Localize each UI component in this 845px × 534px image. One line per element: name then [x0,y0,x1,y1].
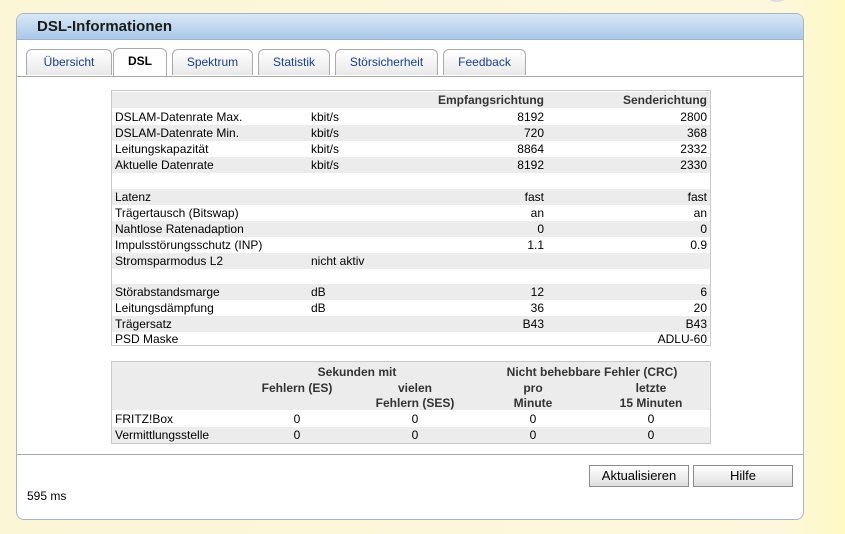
table-row: Latenz fast fast [112,189,710,205]
table-row: Leitungskapazität kbit/s 8864 2332 [115,142,707,156]
table-row: Störabstandsmarge dB 12 6 [112,284,710,300]
tab-spektrum[interactable]: Spektrum [172,49,253,75]
table-row: Leitungsdämpfung dB 36 20 [115,301,707,315]
table-row: FRITZ!Box 0 0 0 0 [115,412,655,426]
panel-title: DSL-Informationen [17,14,803,40]
tab-divider [17,76,803,77]
dsl-parameters-table: Empfangsrichtung Senderichtung DSLAM-Dat… [111,90,711,346]
error-table-header: Sekunden mit Nicht behebbare Fehler (CRC… [112,362,710,410]
table-row: PSD Maske ADLU-60 [115,332,707,346]
corner-decoration [767,0,787,2]
table-row: Trägersatz B43 B43 [112,316,710,332]
header-down: Empfangsrichtung [437,93,544,107]
tab-uebersicht[interactable]: Übersicht [26,49,112,75]
table-row: Vermittlungsstelle 0 0 0 0 [112,427,710,443]
table-header-row: Empfangsrichtung Senderichtung [112,92,710,108]
tab-stoersicherheit[interactable]: Störsicherheit [335,49,438,75]
table-row: DSLAM-Datenrate Max. kbit/s 8192 2800 [115,110,707,124]
tab-statistik[interactable]: Statistik [258,49,330,75]
header-up: Senderichtung [622,93,707,107]
tab-feedback[interactable]: Feedback [443,49,526,75]
table-row: Stromsparmodus L2 nicht aktiv [112,253,710,269]
table-row: Aktuelle Datenrate kbit/s 8192 2330 [112,157,710,173]
error-statistics-table: Sekunden mit Nicht behebbare Fehler (CRC… [111,361,711,444]
dsl-info-panel: DSL-Informationen Übersicht DSL Spektrum… [16,13,804,520]
table-row: Impulsstörungsschutz (INP) 1.1 0.9 [115,238,707,252]
table-spacer-row [112,173,710,189]
table-row: DSLAM-Datenrate Min. kbit/s 720 368 [112,125,710,141]
table-row: Nahtlose Ratenadaption 0 0 [112,221,710,237]
table-row: Trägertausch (Bitswap) an an [115,206,707,220]
help-button[interactable]: Hilfe [693,465,793,487]
table-spacer-row [112,269,710,285]
refresh-button[interactable]: Aktualisieren [589,465,689,487]
button-bar-divider [17,454,803,455]
load-time: 595 ms [27,489,67,503]
tab-dsl[interactable]: DSL [113,48,167,76]
